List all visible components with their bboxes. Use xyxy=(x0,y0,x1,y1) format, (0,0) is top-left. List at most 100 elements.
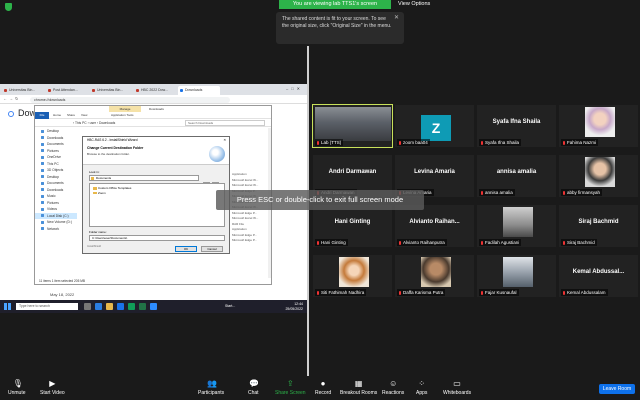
folder-name-input[interactable]: C:\Users\user\Documents\ xyxy=(89,235,225,241)
leave-room-button[interactable]: Leave Room xyxy=(599,384,635,394)
share-screen-icon: ⇪ xyxy=(286,379,294,388)
shield-icon[interactable] xyxy=(5,3,12,11)
participants-icon: 👥 xyxy=(207,379,218,388)
view-options-button[interactable]: View Options xyxy=(398,0,430,9)
breakout-rooms-icon: ▦ xyxy=(354,379,363,388)
windows-start-icon[interactable] xyxy=(4,303,11,310)
exit-fullscreen-message: Press ESC or double-click to exit full s… xyxy=(216,190,424,210)
avatar xyxy=(503,257,533,287)
ribbon-tab[interactable]: Application Tools xyxy=(111,112,133,119)
record-button[interactable]: ● Record xyxy=(315,379,331,397)
shared-date: May 18, 2022 xyxy=(50,292,75,297)
participant-tile[interactable]: Alvianto Raihan... Alvianto Raihanputra xyxy=(394,204,475,248)
avatar xyxy=(585,107,615,137)
installer-logo-icon xyxy=(209,146,225,162)
participant-label: abby firmansyah xyxy=(561,189,603,196)
avatar: Z xyxy=(421,115,451,141)
participant-label: Alvianto Raihanputra xyxy=(397,239,447,246)
participant-tile[interactable]: Siti Fathimah Nadhira xyxy=(312,254,393,298)
meeting-toolbar: 🎙 Unmute ▶ Start Video 👥 Participants 💬 Chat… xyxy=(0,376,640,400)
participant-tile[interactable]: Daffa Karisma Putra xyxy=(394,254,475,298)
search-input[interactable]: Search Downloads xyxy=(185,120,265,126)
participants-button[interactable]: 👥 Participants xyxy=(198,379,224,397)
ribbon-tab[interactable]: Share xyxy=(67,112,75,119)
store-icon[interactable] xyxy=(117,303,124,310)
participant-label: Kemal Abdussalam xyxy=(561,289,608,296)
edge-icon[interactable] xyxy=(95,303,102,310)
participant-name: Alvianto Raihan... xyxy=(409,219,460,225)
look-in-select[interactable]: Documents xyxy=(89,175,199,181)
cancel-button[interactable]: Cancel xyxy=(201,246,223,252)
participant-tile[interactable]: annisa amalia annisa amalia xyxy=(476,154,557,198)
taskbar-search[interactable]: Type here to search xyxy=(16,303,78,310)
system-clock[interactable]: 12:44 25/05/2022 xyxy=(285,302,303,311)
dialog-subheading: Browse to the destination folder. xyxy=(87,152,130,156)
browser-tab[interactable]: Universitas Bin... xyxy=(2,86,44,95)
participant-label: Fahima Nazmi xyxy=(561,139,599,146)
participant-label: Siti Fathimah Nadhira xyxy=(315,289,367,296)
url-field[interactable]: chrome://downloads xyxy=(30,96,230,103)
chrome-taskbar-icon[interactable] xyxy=(128,303,135,310)
sidebar-item[interactable]: Network xyxy=(35,226,77,233)
browser-tab[interactable]: Universitas Bin... xyxy=(90,86,132,95)
dialog-heading: Change Current Destination Folder xyxy=(87,146,144,150)
participant-name: annisa amalia xyxy=(496,169,537,175)
video-off-icon: ▶ xyxy=(49,379,56,388)
close-icon[interactable]: ✕ xyxy=(394,15,399,22)
folder-icon[interactable] xyxy=(106,303,113,310)
look-in-label: Look in: xyxy=(89,170,100,174)
split-divider[interactable] xyxy=(307,46,309,376)
chat-button[interactable]: 💬 Chat xyxy=(248,380,259,397)
participant-name: Siraj Bachmid xyxy=(578,219,619,225)
window-controls[interactable]: –□✕ xyxy=(286,86,303,91)
task-view-icon[interactable] xyxy=(84,303,91,310)
ribbon-tab[interactable]: View xyxy=(81,112,87,119)
excel-icon[interactable] xyxy=(139,303,146,310)
status-bar: 11 items 1 item selected 205 MB xyxy=(39,279,86,283)
windows-taskbar: Type here to search Start... 12:44 25/05… xyxy=(0,300,307,313)
participant-tile[interactable]: Fahima Nazmi xyxy=(558,104,639,148)
start-video-button[interactable]: ▶ Start Video xyxy=(40,379,65,397)
explorer-ribbon: File Home Share View Application Tools xyxy=(35,112,271,119)
participant-tile[interactable]: Kemal Abdussal... Kemal Abdussalam xyxy=(558,254,639,298)
ok-button[interactable]: OK xyxy=(175,246,197,252)
taskbar-app-label[interactable]: Start... xyxy=(225,302,235,311)
participant-tile[interactable]: Fajar Kusnaufal xyxy=(476,254,557,298)
participant-tile[interactable]: Syafa Ifna Shaila Syafa Ifna Shaila xyxy=(476,104,557,148)
browser-tab-active[interactable]: Downloads xyxy=(178,86,220,95)
avatar xyxy=(503,207,533,237)
browser-tab[interactable]: HBC 2022 Dow... xyxy=(134,86,176,95)
participant-tile[interactable]: Hani Ginting Hani Ginting xyxy=(312,204,393,248)
zoom-icon[interactable] xyxy=(150,303,157,310)
participant-tile[interactable]: abby firmansyah xyxy=(558,154,639,198)
share-screen-button[interactable]: ⇪ Share Screen xyxy=(275,379,306,397)
record-icon: ● xyxy=(320,379,326,388)
ribbon-file-tab[interactable]: File xyxy=(35,112,49,119)
folder-item[interactable]: Zoom xyxy=(92,191,222,196)
folder-list: Custom Office Templates Zoom xyxy=(89,183,225,227)
participant-label: Siraj Bachmid xyxy=(561,239,597,246)
participant-tile[interactable]: Z zoom baa04 xyxy=(394,104,475,148)
participant-label: zoom baa04 xyxy=(397,139,430,146)
nav-arrows-icon[interactable]: ←→↻ xyxy=(3,96,20,101)
ribbon-tab[interactable]: Home xyxy=(53,112,61,119)
breadcrumb[interactable]: › This PC › user › Downloads xyxy=(73,119,115,127)
reactions-button[interactable]: ☺ Reactions xyxy=(382,379,404,397)
participant-name: Andri Darmawan xyxy=(328,169,377,175)
breakout-rooms-button[interactable]: ▦ Breakout Rooms xyxy=(340,379,377,397)
unmute-button[interactable]: 🎙 Unmute xyxy=(8,380,26,397)
participant-name: Levina Amaria xyxy=(414,169,455,175)
whiteboards-button[interactable]: ▭ Whiteboards xyxy=(443,380,471,397)
browser-tab[interactable]: Post Attendan... xyxy=(46,86,88,95)
apps-button[interactable]: ⁘ Apps xyxy=(416,379,427,397)
installshield-dialog[interactable]: HBC-RAS 6.2 - InstallShield Wizard ✕ Cha… xyxy=(82,136,230,254)
participant-label: Syafa Ifna Shaila xyxy=(479,139,522,146)
participant-tile[interactable]: Fadilah Agustiani xyxy=(476,204,557,248)
participant-label: Hani Ginting xyxy=(315,239,348,246)
participant-name: Syafa Ifna Shaila xyxy=(492,119,541,125)
browser-tab-strip: Universitas Bin... Post Attendan... Univ… xyxy=(0,84,307,95)
reactions-icon: ☺ xyxy=(389,379,398,388)
participant-tile[interactable]: Siraj Bachmid Siraj Bachmid xyxy=(558,204,639,248)
participant-tile[interactable]: Lab (TTS) xyxy=(312,104,393,148)
apps-icon: ⁘ xyxy=(418,379,426,388)
